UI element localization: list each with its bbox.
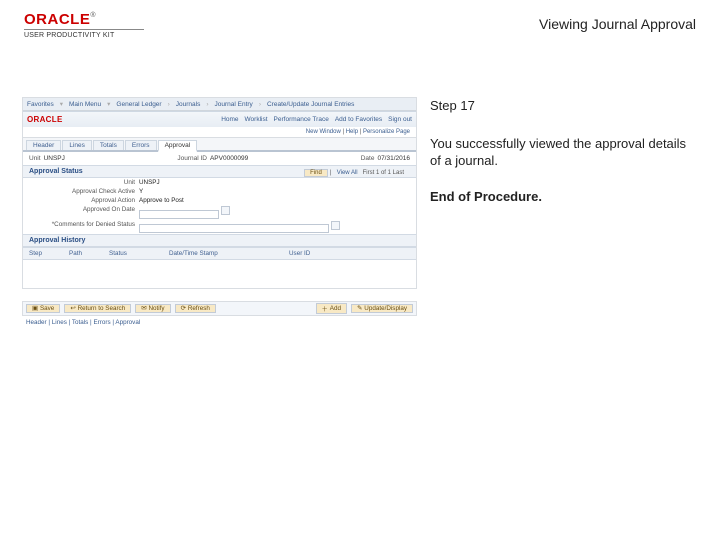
journalid-label: Journal ID <box>177 155 207 162</box>
brand-tm: ® <box>90 12 95 19</box>
notify-icon: ✉ <box>141 305 146 312</box>
approvalcheck-value: Y <box>139 188 143 195</box>
link-signout[interactable]: Sign out <box>388 116 412 123</box>
approvalcheck-label: Approval Check Active <box>29 188 139 195</box>
approvedon-label: Approved On Date <box>29 206 139 219</box>
approval-history-title: Approval History <box>23 234 416 247</box>
col-datetime[interactable]: Date/Time Stamp <box>163 248 283 259</box>
app-topnav: Favorites▾ Main Menu▾ General Ledger› Jo… <box>23 98 416 111</box>
tab-errors[interactable]: Errors <box>125 140 157 150</box>
link-newwindow[interactable]: New Window <box>306 129 341 135</box>
brand-rule <box>24 29 144 30</box>
grid-body-empty <box>23 260 416 288</box>
instruction-column: Step 17 You successfully viewed the appr… <box>420 97 712 326</box>
update-button[interactable]: ✎Update/Display <box>351 304 413 313</box>
nav-favorites[interactable]: Favorites <box>27 101 54 108</box>
history-grid-header: Step Path Status Date/Time Stamp User ID <box>23 247 416 260</box>
nav-create-update[interactable]: Create/Update Journal Entries <box>267 101 354 108</box>
id-block: Unit UNSPJ Journal ID APV0000099 Date 07… <box>23 152 416 165</box>
app-menurow: New Window | Help | Personalize Page <box>23 127 416 138</box>
comments-expand-icon[interactable] <box>331 221 340 230</box>
footer-breadcrumb: Header | Lines | Totals | Errors | Appro… <box>22 316 417 326</box>
record-range: First 1 of 1 Last <box>363 170 404 176</box>
col-step[interactable]: Step <box>23 248 63 259</box>
nav-journal-entry[interactable]: Journal Entry <box>215 101 253 108</box>
link-perftrace[interactable]: Performance Trace <box>274 116 329 123</box>
link-personalize[interactable]: Personalize Page <box>363 129 410 135</box>
tab-header[interactable]: Header <box>26 140 61 150</box>
notify-button[interactable]: ✉Notify <box>135 304 170 313</box>
journalid-value: APV0000099 <box>210 155 248 162</box>
unit-value: UNSPJ <box>44 155 65 162</box>
brand-sub: USER PRODUCTIVITY KIT <box>24 32 144 39</box>
link-worklist[interactable]: Worklist <box>245 116 268 123</box>
unit-label: Unit <box>29 155 41 162</box>
page-title: Viewing Journal Approval <box>539 16 696 32</box>
refresh-icon: ⟳ <box>181 305 186 312</box>
col-path[interactable]: Path <box>63 248 103 259</box>
tab-approval[interactable]: Approval <box>158 140 198 152</box>
unit2-label: Unit <box>29 179 139 186</box>
doc-header: ORACLE® USER PRODUCTIVITY KIT Viewing Jo… <box>0 0 720 47</box>
unit2-value: UNSPJ <box>139 179 160 186</box>
link-home[interactable]: Home <box>221 116 238 123</box>
comments-label: *Comments for Denied Status <box>29 221 139 234</box>
update-icon: ✎ <box>357 305 362 312</box>
add-button[interactable]: ＋Add <box>316 303 348 314</box>
step-label: Step 17 <box>430 97 692 115</box>
nav-gl[interactable]: General Ledger <box>116 101 161 108</box>
date-value: 07/31/2016 <box>377 155 410 162</box>
status-bar: ▣Save ↩Return to Search ✉Notify ⟳Refresh… <box>22 301 417 316</box>
tab-lines[interactable]: Lines <box>62 140 92 150</box>
col-status[interactable]: Status <box>103 248 163 259</box>
viewall-link[interactable]: View All <box>337 170 358 176</box>
link-help[interactable]: Help <box>346 129 358 135</box>
app-subbar: ORACLE Home Worklist Performance Trace A… <box>23 111 416 127</box>
approvalaction-label: Approval Action <box>29 197 139 204</box>
approval-status-text: Approval Status <box>29 168 83 175</box>
main: Favorites▾ Main Menu▾ General Ledger› Jo… <box>0 97 720 326</box>
approval-status-title: Approval Status Find | View All First 1 … <box>23 165 416 178</box>
refresh-button[interactable]: ⟳Refresh <box>175 304 216 313</box>
add-icon: ＋ <box>322 304 328 313</box>
link-addfav[interactable]: Add to Favorites <box>335 116 382 123</box>
save-button[interactable]: ▣Save <box>26 304 60 313</box>
approvedon-input[interactable] <box>139 210 219 219</box>
end-of-procedure: End of Procedure. <box>430 188 692 206</box>
brand-logo: ORACLE <box>24 11 90 28</box>
nav-journals[interactable]: Journals <box>176 101 201 108</box>
col-userid[interactable]: User ID <box>283 248 416 259</box>
comments-input[interactable] <box>139 224 329 233</box>
date-label: Date <box>361 155 375 162</box>
save-icon: ▣ <box>32 305 38 312</box>
app-logo: ORACLE <box>27 115 63 124</box>
app-window: Favorites▾ Main Menu▾ General Ledger› Jo… <box>22 97 417 289</box>
brand-block: ORACLE® USER PRODUCTIVITY KIT <box>24 12 144 39</box>
find-button[interactable]: Find <box>304 169 328 177</box>
step-description: You successfully viewed the approval det… <box>430 135 692 170</box>
calendar-icon[interactable] <box>221 206 230 215</box>
tab-totals[interactable]: Totals <box>93 140 124 150</box>
tab-row: Header Lines Totals Errors Approval <box>23 138 416 152</box>
screenshot-column: Favorites▾ Main Menu▾ General Ledger› Jo… <box>0 97 420 326</box>
approvalaction-value: Approve to Post <box>139 197 184 204</box>
nav-mainmenu[interactable]: Main Menu <box>69 101 101 108</box>
return-icon: ↩ <box>70 305 75 312</box>
return-button[interactable]: ↩Return to Search <box>64 304 131 313</box>
